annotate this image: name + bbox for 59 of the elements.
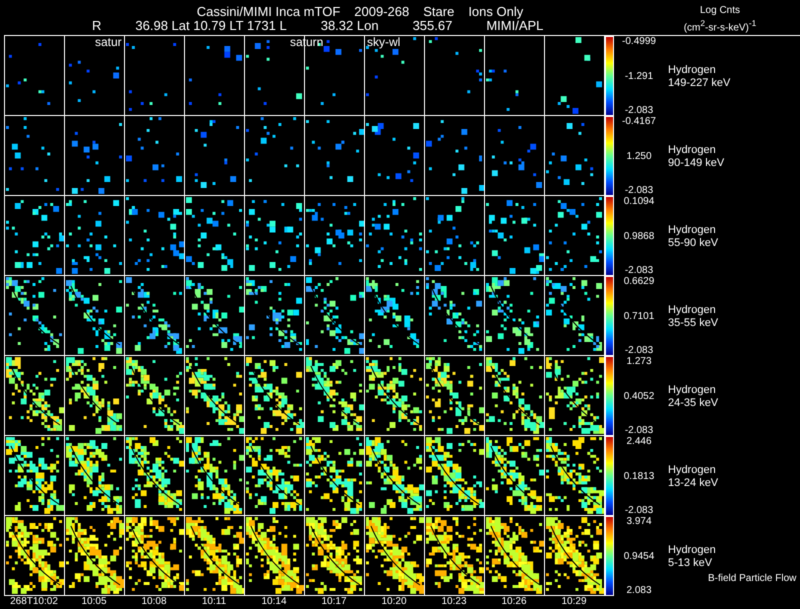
direction-label: sky-wl — [367, 36, 400, 48]
species-label: Hydrogen — [668, 64, 717, 77]
plot-title: Ions Only — [468, 4, 524, 19]
plot-title: Stare — [423, 4, 454, 19]
scale-mid: 0.4052 — [624, 390, 654, 402]
energy-range: 35-55 keV — [668, 317, 718, 330]
energy-range: 13-24 keV — [668, 477, 718, 490]
time-label: 10:05 — [80, 596, 108, 608]
species-label: Hydrogen — [668, 304, 717, 317]
species-label: Hydrogen — [668, 384, 717, 397]
scale-min: -2.083 — [624, 105, 654, 116]
time-label: 10:08 — [140, 596, 168, 608]
orbit-info: 355.67 — [412, 19, 452, 33]
time-label: 268T10:02 — [9, 596, 59, 608]
scale-mid: 0.9454 — [624, 550, 654, 562]
scale-mid: -1.291 — [624, 70, 654, 82]
energy-range: 55-90 keV — [668, 237, 718, 250]
time-label: 10:26 — [500, 596, 528, 608]
scale-mid: 0.7101 — [624, 310, 654, 322]
energy-range: 149-227 keV — [668, 77, 730, 90]
scale-max: -0.4167 — [622, 116, 656, 127]
energy-range: 5-13 keV — [668, 557, 714, 570]
scale-min: 2.083 — [626, 585, 652, 596]
scale-max: 3.974 — [626, 516, 652, 527]
orbit-info: 38.32 Lon — [320, 19, 379, 33]
orbit-info: R — [92, 19, 102, 33]
scale-min: -2.083 — [624, 345, 654, 356]
energy-range: 90-149 keV — [668, 157, 724, 170]
scale-mid: 1.250 — [626, 150, 652, 162]
scale-max: -0.4999 — [622, 36, 656, 47]
energy-range: 24-35 keV — [668, 397, 718, 410]
time-label: 10:23 — [440, 596, 468, 608]
time-label: 10:17 — [320, 596, 348, 608]
scale-min: -2.083 — [624, 265, 654, 276]
units-label: (cm$^{2}$-sr-s-keV)$^{-1}$ — [684, 17, 756, 34]
plot-title: Cassini/MIMI Inca mTOF — [196, 4, 340, 19]
species-label: Hydrogen — [668, 544, 717, 557]
scale-mid: 0.9868 — [624, 230, 654, 242]
scale-min: -2.083 — [624, 185, 654, 196]
scale-min: -2.083 — [624, 505, 654, 516]
units-title: Log Cnts — [700, 5, 740, 17]
time-label: 10:14 — [260, 596, 288, 608]
orbit-info: 36.98 Lat 10.79 LT 1731 L — [135, 19, 287, 33]
plot-title: 2009-268 — [354, 4, 410, 19]
time-label: 10:29 — [560, 596, 588, 608]
time-label: 10:20 — [380, 596, 408, 608]
time-label: 10:11 — [200, 596, 228, 608]
direction-label: satur — [95, 36, 122, 48]
scale-max: 2.446 — [626, 436, 652, 447]
footer-note: B-field Particle Flow — [708, 572, 796, 585]
scale-min: -2.083 — [624, 425, 654, 436]
scale-mid: 0.1813 — [624, 470, 654, 482]
scale-max: 0.1094 — [624, 196, 654, 207]
species-label: Hydrogen — [668, 464, 717, 477]
orbit-info: MIMI/APL — [486, 19, 544, 33]
species-label: Hydrogen — [668, 144, 717, 157]
species-label: Hydrogen — [668, 224, 717, 237]
scale-max: 1.273 — [626, 356, 652, 367]
scale-max: 0.6629 — [624, 276, 654, 287]
